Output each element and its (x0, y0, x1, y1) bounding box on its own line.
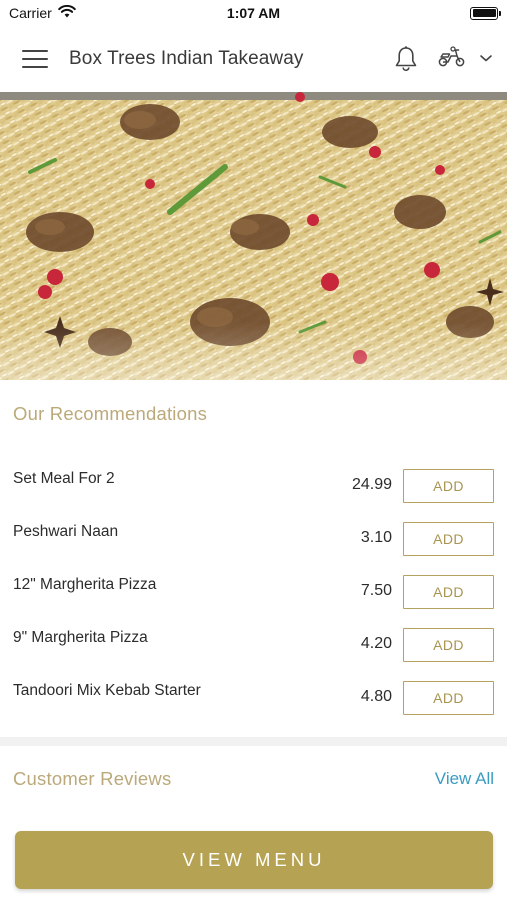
item-name: 9" Margherita Pizza (13, 629, 148, 646)
add-button[interactable]: ADD (403, 469, 494, 503)
add-button[interactable]: ADD (403, 681, 494, 715)
add-button[interactable]: ADD (403, 522, 494, 556)
view-all-link[interactable]: View All (435, 769, 494, 789)
item-name: Tandoori Mix Kebab Starter (13, 682, 201, 699)
recommendations-title: Our Recommendations (13, 403, 208, 424)
add-button[interactable]: ADD (403, 575, 494, 609)
item-price: 4.20 (360, 635, 392, 652)
hero-image (0, 92, 507, 380)
nav-bar: Box Trees Indian Takeaway (0, 26, 507, 92)
list-item: Tandoori Mix Kebab Starter 4.80 ADD (0, 672, 507, 725)
bell-icon[interactable] (393, 45, 419, 73)
item-name: Peshwari Naan (13, 523, 119, 540)
item-price: 4.80 (360, 688, 392, 705)
carrier-label: Carrier (9, 5, 52, 21)
list-item: Set Meal For 2 24.99 ADD (0, 460, 507, 513)
page-title: Box Trees Indian Takeaway (69, 48, 304, 69)
battery-fill (472, 9, 496, 17)
status-left: Carrier (9, 5, 76, 21)
item-name: 12" Margherita Pizza (13, 576, 157, 593)
chevron-down-icon (479, 50, 493, 68)
nav-actions (393, 45, 493, 74)
list-item: Peshwari Naan 3.10 ADD (0, 513, 507, 566)
item-name: Set Meal For 2 (13, 470, 115, 487)
battery-icon (470, 6, 501, 20)
item-price: 7.50 (360, 582, 392, 599)
section-divider (0, 737, 507, 746)
list-item: 9" Margherita Pizza 4.20 ADD (0, 619, 507, 672)
list-item: 12" Margherita Pizza 7.50 ADD (0, 566, 507, 619)
menu-icon[interactable] (22, 48, 48, 70)
item-price: 3.10 (360, 529, 392, 546)
add-button[interactable]: ADD (403, 628, 494, 662)
status-bar: Carrier 1:07 AM (0, 0, 507, 26)
recommendations-list: Set Meal For 2 24.99 ADD Peshwari Naan 3… (0, 460, 507, 725)
item-price: 24.99 (351, 476, 392, 493)
scooter-icon (437, 45, 467, 74)
delivery-mode-selector[interactable] (437, 45, 493, 74)
view-menu-button[interactable]: VIEW MENU (15, 831, 493, 889)
status-time: 1:07 AM (226, 5, 281, 21)
wifi-icon (57, 5, 76, 21)
reviews-title: Customer Reviews (13, 768, 172, 789)
